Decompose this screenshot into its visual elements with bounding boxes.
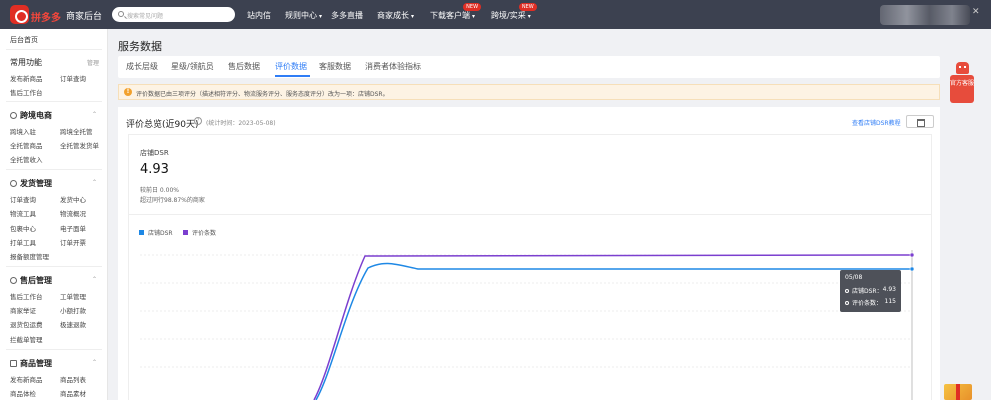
official-cs-label: 官方客服 — [950, 75, 974, 103]
tooltip-label: 店铺DSR： — [852, 288, 883, 295]
official-cs-widget[interactable]: 官方客服 — [950, 62, 974, 103]
trend-chart[interactable] — [0, 0, 991, 400]
series-dot-icon — [845, 289, 849, 293]
tooltip-label: 评价条数： — [852, 300, 883, 307]
chart-gridlines — [140, 254, 912, 368]
tooltip-row-dsr: 店铺DSR： — [845, 286, 883, 295]
series-line-review-count — [313, 254, 913, 400]
series-dot-icon — [845, 301, 849, 305]
tooltip-value-dsr: 4.93 — [882, 286, 896, 293]
gift-icon[interactable] — [944, 384, 972, 400]
tooltip-value-review-count: 115 — [884, 298, 896, 305]
series-line-dsr — [315, 262, 912, 400]
data-point-dsr[interactable] — [909, 266, 915, 272]
tooltip-date: 05/08 — [845, 274, 863, 281]
data-point-review-count[interactable] — [909, 252, 915, 258]
robot-icon — [956, 62, 969, 74]
tooltip-row-review-count: 评价条数： — [845, 298, 882, 307]
chart-tooltip: 05/08 店铺DSR： 4.93 评价条数： 115 — [840, 270, 901, 312]
